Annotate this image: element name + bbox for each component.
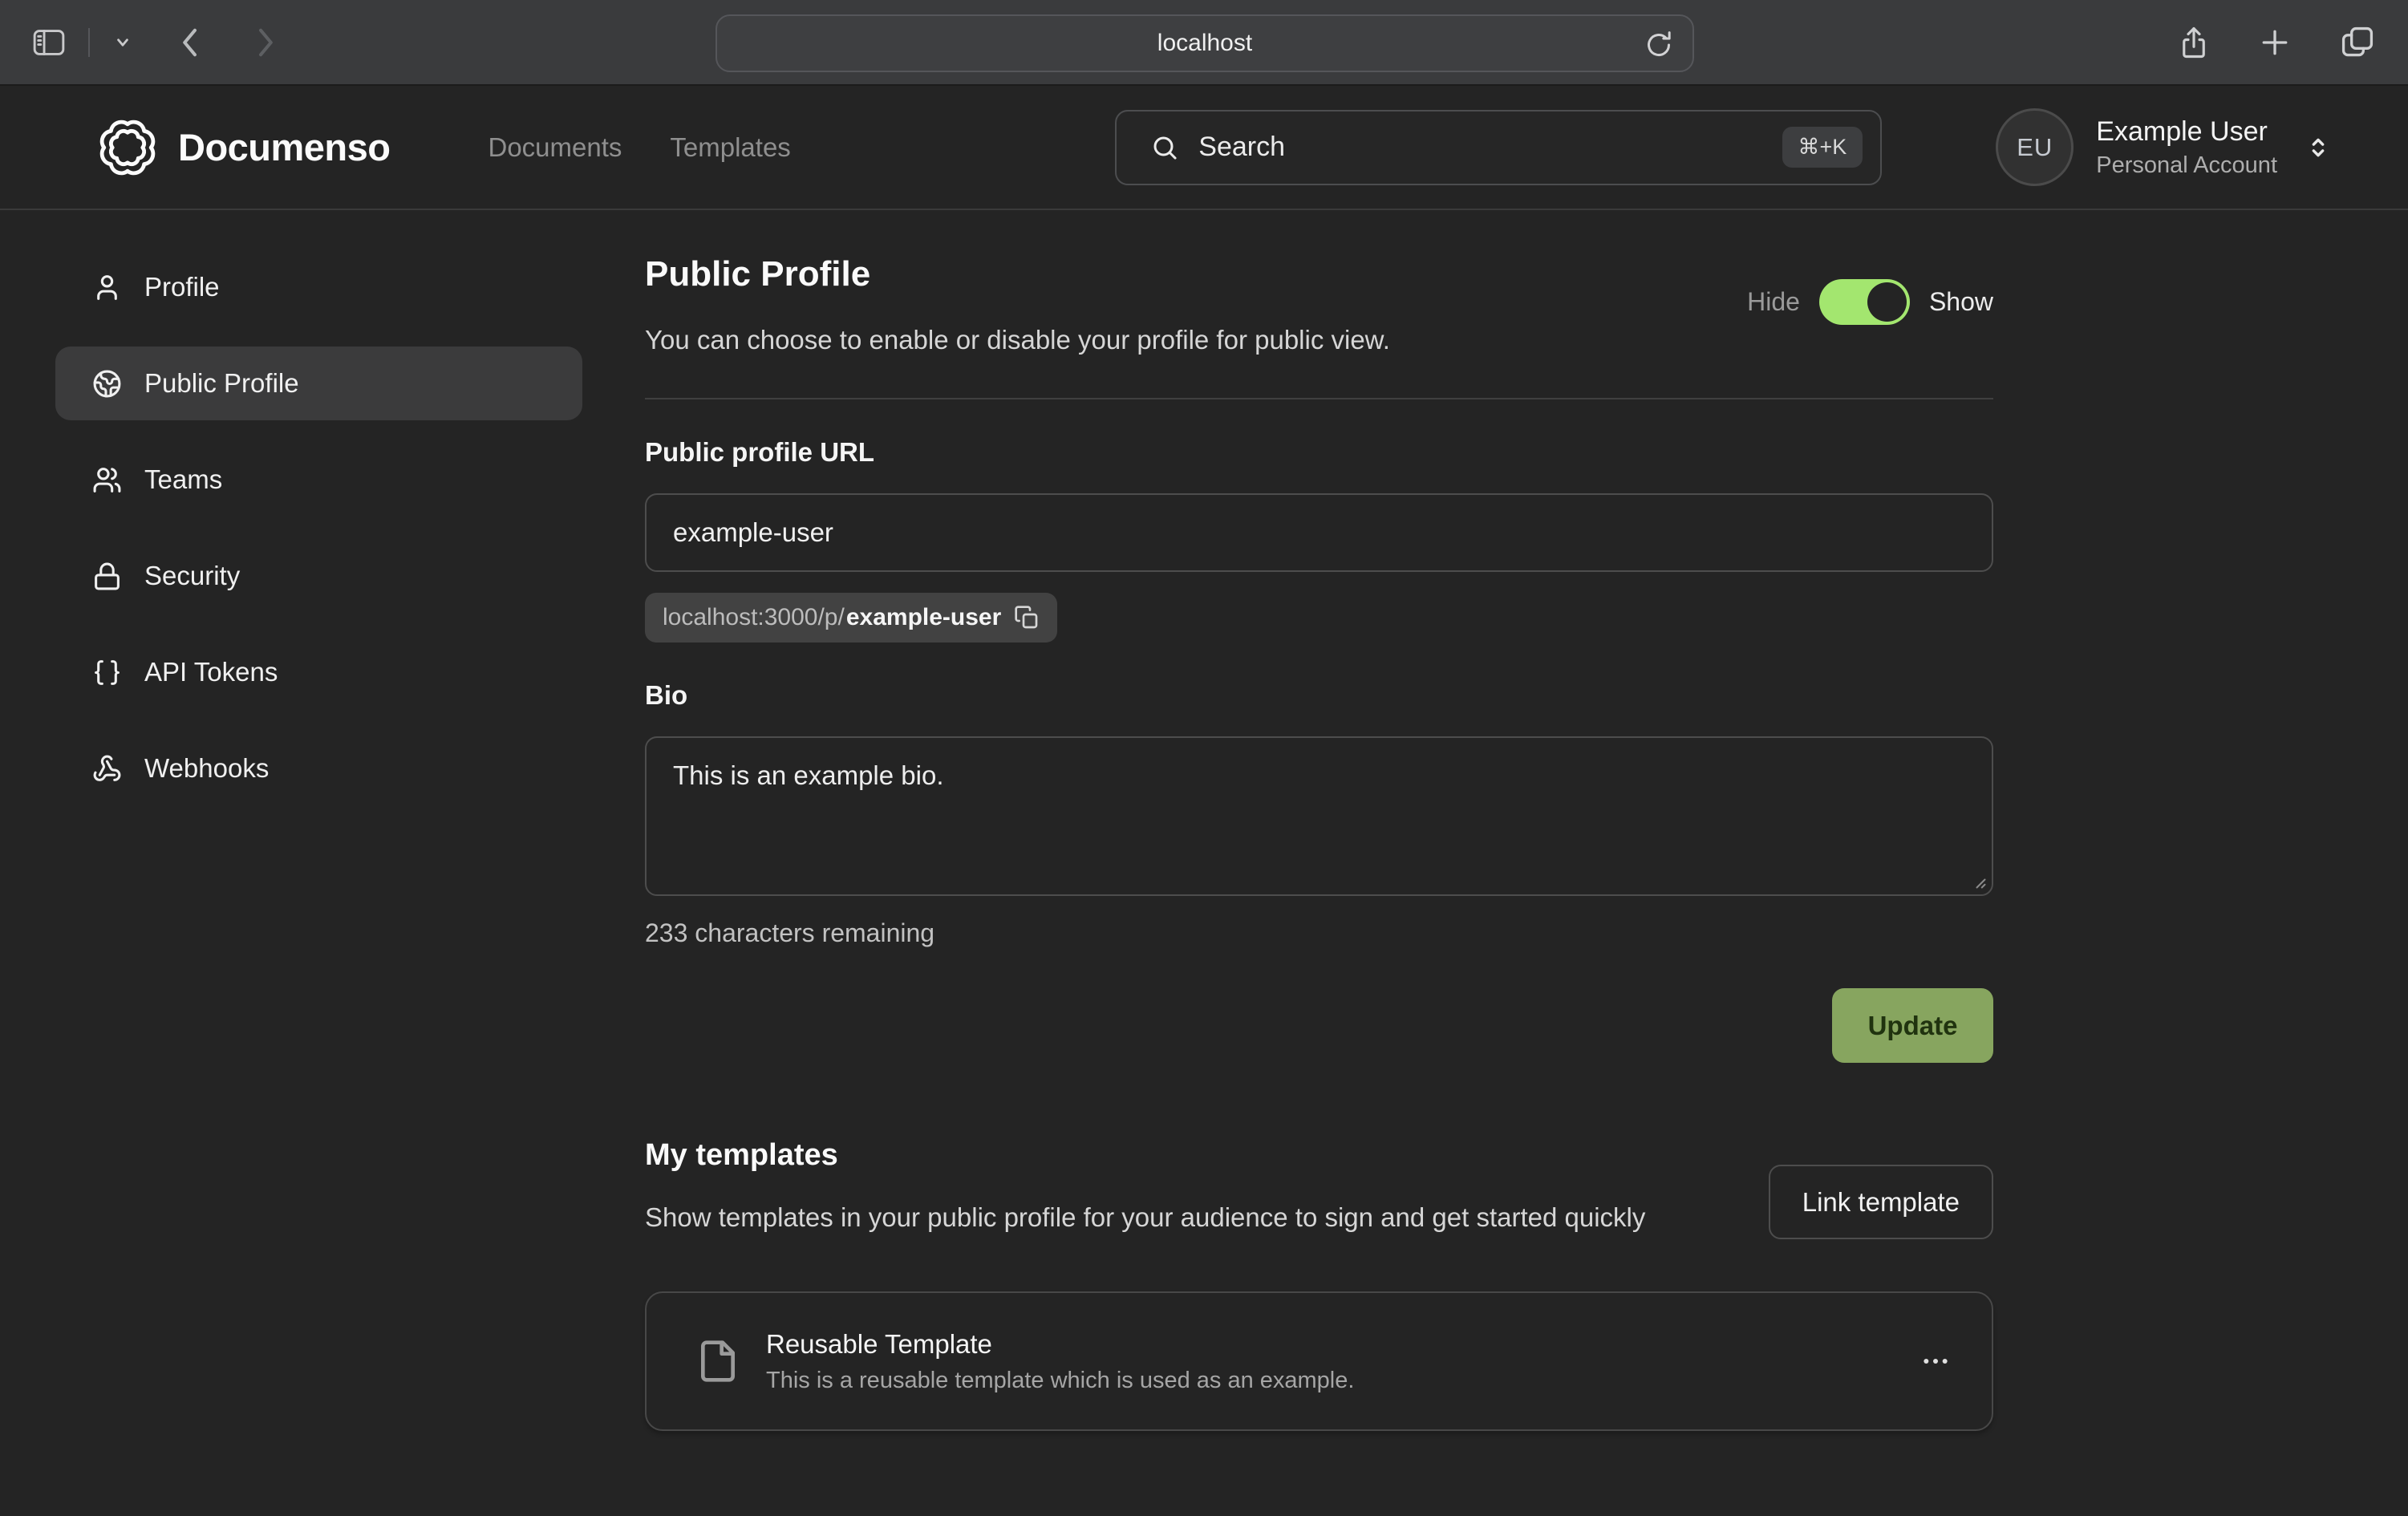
public-profile-url-label: Public profile URL bbox=[645, 438, 1993, 467]
file-icon bbox=[695, 1339, 740, 1384]
public-profile-url-input[interactable] bbox=[645, 493, 1993, 572]
share-icon bbox=[2177, 23, 2211, 62]
settings-sidebar: Profile Public Profile Teams bbox=[55, 250, 582, 1431]
template-list-item: Reusable Template This is a reusable tem… bbox=[645, 1291, 1993, 1431]
profile-url-prefix: localhost:3000/p/ bbox=[663, 604, 845, 631]
sidebar-menu-chevron-button[interactable] bbox=[112, 35, 133, 50]
profile-visibility-toggle-row: Hide Show bbox=[1747, 279, 1993, 325]
template-name: Reusable Template bbox=[766, 1329, 1354, 1360]
sidebar-item-label: Security bbox=[144, 561, 240, 591]
nav-documents[interactable]: Documents bbox=[488, 132, 622, 163]
plus-icon bbox=[2257, 25, 2292, 60]
sidebar-item-label: Public Profile bbox=[144, 368, 299, 399]
profile-visibility-toggle[interactable] bbox=[1819, 279, 1910, 325]
sidebar-item-security[interactable]: Security bbox=[55, 539, 582, 613]
sidebar-panel-icon bbox=[32, 29, 66, 56]
app-header: Documenso Documents Templates Search ⌘+K… bbox=[0, 86, 2408, 210]
search-placeholder: Search bbox=[1198, 132, 1285, 163]
tab-overview-button[interactable] bbox=[2339, 25, 2376, 60]
chevron-down-icon bbox=[112, 35, 133, 50]
search-input[interactable]: Search ⌘+K bbox=[1115, 110, 1882, 185]
forward-button[interactable] bbox=[252, 25, 279, 60]
page-description: You can choose to enable or disable your… bbox=[645, 324, 1993, 356]
back-button[interactable] bbox=[176, 25, 204, 60]
brand-logo[interactable]: Documenso bbox=[96, 116, 391, 179]
sidebar-item-label: Webhooks bbox=[144, 753, 269, 784]
user-account-type: Personal Account bbox=[2096, 152, 2277, 179]
sidebar-item-public-profile[interactable]: Public Profile bbox=[55, 347, 582, 420]
bio-label: Bio bbox=[645, 681, 1993, 710]
avatar-initials: EU bbox=[2017, 133, 2053, 162]
template-description: This is a reusable template which is use… bbox=[766, 1368, 1354, 1394]
sidebar-item-label: Profile bbox=[144, 272, 220, 302]
user-name: Example User bbox=[2096, 116, 2277, 148]
lock-icon bbox=[92, 561, 122, 591]
chevrons-up-down-icon bbox=[2305, 134, 2332, 161]
documenso-seal-icon bbox=[96, 116, 159, 179]
sidebar-item-api-tokens[interactable]: API Tokens bbox=[55, 635, 582, 709]
settings-main: Public Profile You can choose to enable … bbox=[645, 250, 1993, 1431]
template-menu-button[interactable] bbox=[1920, 1345, 1952, 1377]
user-icon bbox=[92, 273, 122, 302]
my-templates-title: My templates bbox=[645, 1138, 1645, 1172]
braces-icon bbox=[92, 658, 122, 687]
nav-templates[interactable]: Templates bbox=[670, 132, 790, 163]
back-chevron-icon bbox=[176, 25, 204, 60]
toggle-knob bbox=[1867, 282, 1907, 322]
forward-chevron-icon bbox=[252, 25, 279, 60]
globe-icon bbox=[92, 369, 122, 399]
address-bar[interactable]: localhost bbox=[716, 14, 1694, 72]
share-button[interactable] bbox=[2177, 23, 2211, 62]
copy-url-button[interactable] bbox=[1014, 605, 1040, 630]
search-shortcut-badge: ⌘+K bbox=[1782, 127, 1863, 168]
sidebar-toggle-button[interactable] bbox=[32, 29, 66, 56]
search-icon bbox=[1150, 133, 1179, 162]
chrome-divider bbox=[88, 28, 90, 57]
browser-chrome: localhost bbox=[0, 0, 2408, 86]
webhook-icon bbox=[92, 754, 122, 784]
my-templates-description: Show templates in your public profile fo… bbox=[645, 1200, 1645, 1235]
sidebar-item-teams[interactable]: Teams bbox=[55, 443, 582, 517]
user-menu[interactable]: EU Example User Personal Account bbox=[1996, 108, 2332, 186]
profile-url-preview: localhost:3000/p/ example-user bbox=[645, 593, 1057, 642]
update-button[interactable]: Update bbox=[1832, 988, 1993, 1063]
bio-characters-remaining: 233 characters remaining bbox=[645, 918, 1993, 948]
reload-icon bbox=[1643, 27, 1675, 63]
bio-textarea[interactable]: This is an example bio. bbox=[645, 736, 1993, 896]
sidebar-item-profile[interactable]: Profile bbox=[55, 250, 582, 324]
new-tab-button[interactable] bbox=[2257, 25, 2292, 60]
profile-url-slug: example-user bbox=[846, 604, 1001, 631]
tabs-icon bbox=[2339, 25, 2376, 60]
link-template-button[interactable]: Link template bbox=[1769, 1165, 1993, 1239]
ellipsis-icon bbox=[1920, 1345, 1952, 1377]
users-icon bbox=[92, 465, 122, 495]
sidebar-item-webhooks[interactable]: Webhooks bbox=[55, 732, 582, 805]
avatar: EU bbox=[1996, 108, 2074, 186]
brand-name: Documenso bbox=[178, 125, 391, 169]
sidebar-item-label: Teams bbox=[144, 464, 222, 495]
toggle-show-label: Show bbox=[1929, 287, 1993, 317]
resize-handle[interactable] bbox=[1971, 874, 1987, 890]
section-divider bbox=[645, 398, 1993, 399]
sidebar-item-label: API Tokens bbox=[144, 657, 278, 687]
address-bar-url: localhost bbox=[1157, 30, 1252, 57]
copy-icon bbox=[1014, 605, 1040, 630]
reload-button[interactable] bbox=[1643, 27, 1675, 63]
toggle-hide-label: Hide bbox=[1747, 287, 1800, 317]
main-nav: Documents Templates bbox=[488, 132, 791, 163]
